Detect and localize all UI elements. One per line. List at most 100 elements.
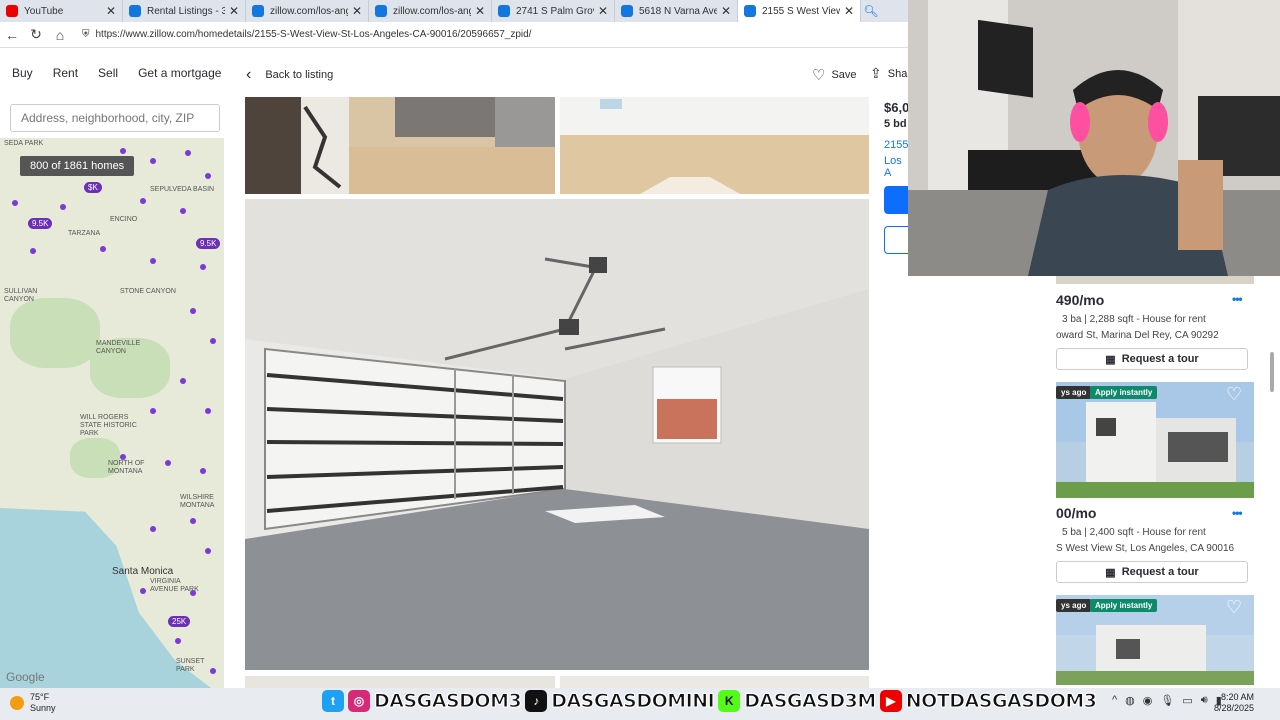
- network-icon[interactable]: ▭: [1182, 694, 1192, 707]
- tab-west-view[interactable]: 2155 S West View St, Lo ✕: [738, 0, 861, 22]
- price-pin[interactable]: 9.5K: [196, 238, 221, 249]
- listing-dot[interactable]: [60, 204, 66, 210]
- card-meta: 5 ba | 2,400 sqft - House for rent: [1062, 527, 1206, 538]
- listing-card-image[interactable]: [1056, 382, 1254, 498]
- card-address[interactable]: oward St, Marina Del Rey, CA 90292: [1056, 330, 1219, 341]
- scrollbar-thumb[interactable]: [1270, 352, 1274, 392]
- living-room-photo: [560, 97, 869, 194]
- close-tab-icon[interactable]: ✕: [106, 4, 116, 18]
- tab-rental-listings[interactable]: Rental Listings - 3472 P ✕: [123, 0, 246, 22]
- apply-instantly-badge: Apply instantly: [1090, 599, 1158, 612]
- listing-address[interactable]: 2155: [884, 139, 908, 151]
- tab-varna[interactable]: 5618 N Varna Ave, Van ✕: [615, 0, 738, 22]
- listing-dot[interactable]: [175, 638, 181, 644]
- garage-photo: [245, 199, 869, 670]
- back-to-listing-link[interactable]: ‹ Back to listing: [246, 66, 333, 84]
- save-heart-icon[interactable]: ♡: [1226, 384, 1242, 405]
- listing-dot[interactable]: [180, 208, 186, 214]
- listing-photo-kitchen[interactable]: [245, 97, 555, 194]
- nav-rent[interactable]: Rent: [53, 66, 78, 80]
- listing-dot[interactable]: [120, 148, 126, 154]
- request-tour-button[interactable]: [884, 186, 910, 214]
- site-info-icon[interactable]: ⛨: [82, 29, 90, 40]
- map-label: MANDEVILLE CANYON: [96, 340, 141, 355]
- back-arrow-icon[interactable]: ←: [0, 27, 24, 43]
- listing-dot[interactable]: [30, 248, 36, 254]
- listing-dot[interactable]: [200, 468, 206, 474]
- close-tab-icon[interactable]: ✕: [598, 4, 608, 18]
- search-input[interactable]: Address, neighborhood, city, ZIP: [10, 104, 220, 132]
- volume-icon[interactable]: 🔊︎: [1201, 694, 1208, 707]
- listing-dot[interactable]: [190, 590, 196, 596]
- listing-dot[interactable]: [210, 338, 216, 344]
- card-address[interactable]: S West View St, Los Angeles, CA 90016: [1056, 543, 1234, 554]
- clock[interactable]: 8:20 AM 8/28/2025: [1214, 692, 1254, 714]
- listing-dot[interactable]: [190, 308, 196, 314]
- map-label: Sunset Park: [176, 658, 205, 673]
- listing-dot[interactable]: [205, 548, 211, 554]
- weather-temp: 75°F: [30, 692, 50, 702]
- results-scrollbar[interactable]: [1268, 276, 1276, 688]
- listing-dot[interactable]: [150, 158, 156, 164]
- app-tray-icon[interactable]: ◍: [1125, 694, 1135, 707]
- listing-photo-next[interactable]: [560, 676, 869, 688]
- listing-photo-garage[interactable]: [245, 199, 869, 670]
- tab-zillow-la-2[interactable]: zillow.com/los-angeles ✕: [369, 0, 492, 22]
- listing-dot[interactable]: [150, 526, 156, 532]
- listing-dot[interactable]: [120, 454, 126, 460]
- listing-dot[interactable]: [210, 668, 216, 674]
- app-tray-icon[interactable]: ◉: [1143, 694, 1153, 707]
- listing-dot[interactable]: [180, 378, 186, 384]
- share-button[interactable]: ⇪ Sha: [870, 65, 907, 82]
- nav-get-mortgage[interactable]: Get a mortgage: [138, 66, 221, 80]
- weather-widget[interactable]: 75°F Sunny: [10, 692, 56, 714]
- save-button[interactable]: ♡ Save: [812, 66, 857, 84]
- listing-dot[interactable]: [100, 246, 106, 252]
- close-tab-icon[interactable]: ✕: [721, 4, 731, 18]
- results-map[interactable]: SEDA PARK SEPULVEDA BASIN ENCINO TARZANA…: [0, 138, 224, 688]
- listing-dot[interactable]: [185, 150, 191, 156]
- chevron-up-icon[interactable]: ^: [1112, 694, 1117, 707]
- url-field[interactable]: ⛨ https://www.zillow.com/homedetails/2155…: [82, 29, 531, 40]
- listing-dot[interactable]: [150, 258, 156, 264]
- close-tab-icon[interactable]: ✕: [229, 4, 239, 18]
- listing-dot[interactable]: [205, 408, 211, 414]
- listing-photo-next[interactable]: [245, 676, 555, 688]
- search-tabs-icon[interactable]: 🔍︎: [861, 4, 881, 18]
- map-label: Stone Canyon: [120, 288, 176, 295]
- more-options-icon[interactable]: •••: [1232, 506, 1243, 520]
- listing-dot[interactable]: [200, 264, 206, 270]
- home-icon[interactable]: ⌂: [48, 27, 72, 43]
- listing-dot[interactable]: [140, 588, 146, 594]
- listing-dot[interactable]: [205, 173, 211, 179]
- close-tab-icon[interactable]: ✕: [475, 4, 485, 18]
- nav-sell[interactable]: Sell: [98, 66, 118, 80]
- nav-buy[interactable]: Buy: [12, 66, 33, 80]
- tiktok-handle: DASGASDOMINI: [551, 690, 716, 713]
- photo-gallery: ‹ Back to listing ♡ Save ⇪ Sha $6,0 5 bd…: [224, 48, 910, 688]
- card-price: 00/mo: [1056, 505, 1097, 521]
- price-pin[interactable]: 9.5K: [28, 218, 53, 229]
- listing-dot[interactable]: [190, 518, 196, 524]
- listing-dot[interactable]: [150, 408, 156, 414]
- tab-zillow-la-1[interactable]: zillow.com/los-angeles ✕: [246, 0, 369, 22]
- request-tour-button[interactable]: ▦ Request a tour: [1056, 348, 1248, 370]
- price-pin[interactable]: 25K: [168, 616, 191, 627]
- listing-dot[interactable]: [165, 460, 171, 466]
- save-heart-icon[interactable]: ♡: [1226, 597, 1242, 618]
- listing-city[interactable]: Los A: [884, 155, 910, 179]
- close-tab-icon[interactable]: ✕: [844, 4, 854, 18]
- listing-dot[interactable]: [140, 198, 146, 204]
- more-options-icon[interactable]: •••: [1232, 292, 1243, 306]
- tab-youtube[interactable]: YouTube ✕: [0, 0, 123, 22]
- tab-palm-grove[interactable]: 2741 S Palm Grove Ave ✕: [492, 0, 615, 22]
- microphone-icon[interactable]: 🎙︎: [1160, 694, 1174, 707]
- close-tab-icon[interactable]: ✕: [352, 4, 362, 18]
- contact-button[interactable]: [884, 226, 910, 254]
- listing-photo-living-room[interactable]: [560, 97, 869, 194]
- request-tour-button[interactable]: ▦ Request a tour: [1056, 561, 1248, 583]
- listing-dot[interactable]: [12, 200, 18, 206]
- reload-icon[interactable]: ↻: [24, 26, 48, 43]
- price-pin[interactable]: $K: [84, 182, 102, 193]
- chevron-left-icon: ‹: [246, 66, 252, 83]
